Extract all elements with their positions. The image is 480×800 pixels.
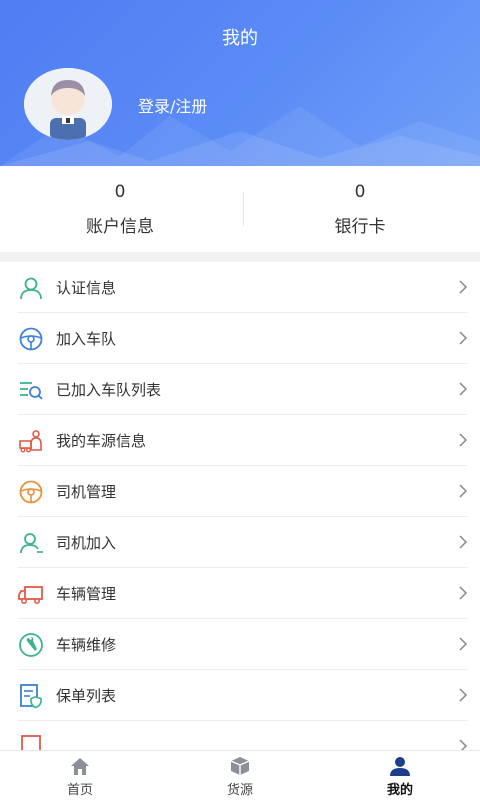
- tab-label: 我的: [386, 783, 413, 798]
- chevron-right-icon: [459, 535, 468, 549]
- steering-wheel-icon: [19, 327, 43, 350]
- menu-item-label: 司机加入: [56, 534, 117, 552]
- menu-item-label: 认证信息: [56, 279, 117, 297]
- menu-list: 认证信息 加入车队 已加入车队列表 我的车源信息 司机管理 司机加入 车辆管理 …: [0, 262, 480, 750]
- tab-label: 货源: [226, 783, 253, 798]
- chevron-right-icon: [459, 433, 468, 447]
- list-search-icon: [20, 381, 43, 400]
- avatar-person-icon: [24, 68, 112, 140]
- stats-divider: [243, 192, 244, 226]
- menu-item-driver-join[interactable]: 司机加入: [0, 517, 480, 568]
- stat-bank-card[interactable]: 0 银行卡: [240, 166, 480, 252]
- chevron-right-icon: [459, 739, 468, 750]
- chevron-right-icon: [459, 280, 468, 294]
- person-icon: [390, 757, 410, 776]
- menu-item-policy-list[interactable]: 保单列表: [0, 670, 480, 721]
- menu-item-vehicle-repair[interactable]: 车辆维修: [0, 619, 480, 670]
- user-outline-icon: [20, 277, 42, 299]
- profile-header: 我的 登录/注册: [0, 0, 480, 166]
- menu-item-partial[interactable]: [0, 721, 480, 750]
- truck-icon: [18, 585, 43, 604]
- avatar[interactable]: [24, 68, 112, 140]
- account-info-count: 0: [114, 182, 126, 202]
- menu-item-label: 司机管理: [56, 483, 117, 501]
- bank-card-label: 银行卡: [334, 217, 386, 237]
- account-info-label: 账户信息: [86, 217, 154, 237]
- menu-item-label: 我的车源信息: [56, 432, 147, 450]
- chevron-right-icon: [459, 331, 468, 345]
- document-icon: [21, 734, 41, 750]
- wrench-icon: [19, 632, 43, 657]
- menu-item-label: 已加入车队列表: [56, 381, 162, 399]
- menu-item-driver-management[interactable]: 司机管理: [0, 466, 480, 517]
- user-add-icon: [20, 532, 43, 553]
- menu-item-label: 车辆管理: [56, 585, 117, 603]
- menu-item-my-vehicle-source[interactable]: 我的车源信息: [0, 415, 480, 466]
- truck-person-icon: [19, 429, 42, 453]
- login-register-link[interactable]: 登录/注册: [138, 93, 207, 117]
- chevron-right-icon: [459, 382, 468, 396]
- policy-shield-icon: [20, 683, 42, 708]
- tab-cargo-source[interactable]: 货源: [160, 751, 320, 800]
- section-gap: [0, 252, 480, 262]
- chevron-right-icon: [459, 688, 468, 702]
- steering-wheel-orange-icon: [19, 480, 43, 503]
- chevron-right-icon: [459, 586, 468, 600]
- menu-item-vehicle-management[interactable]: 车辆管理: [0, 568, 480, 619]
- menu-item-label: 加入车队: [56, 330, 117, 348]
- home-icon: [71, 758, 89, 775]
- menu-item-label: 车辆维修: [56, 636, 117, 654]
- menu-item-join-fleet[interactable]: 加入车队: [0, 313, 480, 364]
- tab-home[interactable]: 首页: [0, 751, 160, 800]
- chevron-right-icon: [459, 637, 468, 651]
- menu-item-label: 保单列表: [56, 687, 117, 705]
- bottom-tab-bar: 首页 货源 我的: [0, 750, 480, 800]
- account-stats: 0 账户信息 0 银行卡: [0, 166, 480, 252]
- menu-item-certification[interactable]: 认证信息: [0, 262, 480, 313]
- bank-card-count: 0: [354, 182, 366, 202]
- tab-label: 首页: [66, 783, 93, 798]
- page-title: 我的: [222, 28, 258, 49]
- chevron-right-icon: [459, 484, 468, 498]
- tab-mine[interactable]: 我的: [320, 751, 480, 800]
- stat-account-info[interactable]: 0 账户信息: [0, 166, 240, 252]
- box-icon: [230, 757, 250, 775]
- menu-item-joined-fleet-list[interactable]: 已加入车队列表: [0, 364, 480, 415]
